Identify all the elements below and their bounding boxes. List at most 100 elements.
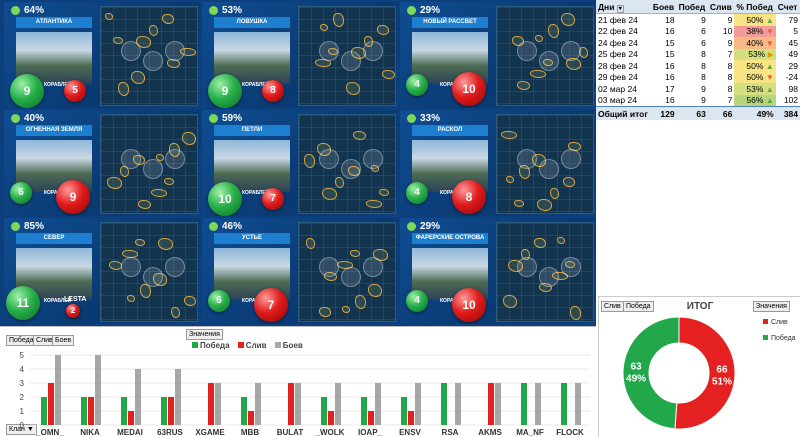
- header-days[interactable]: Дни ▾: [596, 0, 651, 14]
- win-percent: 40%: [10, 113, 45, 124]
- island: [368, 284, 382, 297]
- table-row: 21 фев 24 18 9 9 50% ▲ 79: [596, 13, 800, 26]
- losses-ball: 8: [452, 180, 486, 214]
- bar-Слив: [328, 411, 334, 425]
- trend-up-icon: ▲: [765, 96, 774, 106]
- map-name: СЕВЕР: [16, 233, 92, 244]
- losses-ball: 5: [64, 80, 86, 102]
- table-row: 02 мар 24 17 9 8 53% ▲ 98: [596, 83, 800, 95]
- island: [379, 189, 389, 196]
- cell-battles: 15: [665, 49, 675, 60]
- win-pct-value: 50%: [746, 14, 764, 25]
- island: [158, 238, 173, 250]
- capture-zone: [517, 149, 537, 169]
- wins-ball: 9: [208, 74, 242, 108]
- island: [561, 13, 575, 26]
- filter-dropdown-icon[interactable]: ▾: [616, 4, 624, 13]
- losses-ball: 2: [66, 304, 80, 318]
- island: [333, 13, 344, 27]
- bar-Победа: [121, 397, 127, 425]
- cell-win-pct: 53% ▶: [734, 48, 776, 60]
- losses-ball: 8: [262, 80, 284, 102]
- total-losses: 66: [707, 106, 735, 120]
- island: [501, 131, 517, 139]
- island: [342, 306, 350, 313]
- clan-bar-chart: Победа Слив Боев Значения Клан ▼ Победа …: [0, 326, 596, 437]
- minimap: [298, 114, 396, 214]
- wins-ball: 11: [6, 286, 40, 320]
- table-row: 22 фев 24 16 6 10 38% ▼ 5: [596, 25, 800, 37]
- island: [534, 238, 546, 248]
- donut-value-label: 63: [630, 361, 642, 372]
- wins-ball: 4: [406, 74, 428, 96]
- cell-wins: 6: [701, 26, 706, 37]
- capture-zone: [341, 51, 361, 71]
- capture-zone: [561, 149, 581, 169]
- cell-battles: 17: [665, 83, 675, 94]
- cell-wins: 9: [701, 95, 706, 106]
- wins-ball: 6: [10, 182, 32, 204]
- cell-score: -24: [785, 72, 798, 83]
- bar-Победа: [241, 397, 247, 425]
- island: [138, 200, 151, 209]
- cell-losses: 10: [722, 26, 733, 37]
- island: [184, 296, 196, 306]
- bar-Слив: [248, 411, 254, 425]
- capture-zone: [561, 257, 581, 277]
- island: [118, 82, 129, 96]
- island: [563, 177, 575, 187]
- island: [548, 24, 559, 38]
- cell-battles: 16: [665, 72, 675, 83]
- bar-Слив: [368, 411, 374, 425]
- table-row: 03 мар 24 16 9 7 56% ▲ 102: [596, 94, 800, 107]
- wins-ball: 10: [208, 182, 242, 216]
- capture-zone: [143, 159, 163, 179]
- island: [382, 70, 395, 79]
- total-donut-chart: Слив Победа Значения ИТОГ 66 51% Слив 63 49%…: [598, 296, 800, 437]
- win-percent: 85%: [10, 221, 45, 232]
- map-tile: 33% РАСКОЛ КОРАБЛЕЙ 4 8: [400, 110, 596, 216]
- donut-legend-swatch: [763, 335, 768, 340]
- island: [506, 176, 514, 183]
- cell-battles: 16: [665, 95, 675, 106]
- trend-right-icon: ▶: [767, 50, 774, 60]
- capture-zone: [363, 257, 383, 277]
- win-pct-value: 50%: [746, 60, 764, 71]
- cell-battles: 16: [665, 26, 675, 37]
- bar-Боев: [215, 383, 221, 425]
- table-row: 28 фев 24 16 8 8 50% ▲ 29: [596, 60, 800, 72]
- trend-up-icon: ▲: [765, 15, 774, 25]
- header-battles: Боев: [650, 0, 677, 14]
- bar-Боев: [575, 383, 581, 425]
- capture-zone: [143, 267, 163, 287]
- island: [113, 37, 123, 44]
- wins-ball: 4: [406, 182, 428, 204]
- map-tile: 85% СЕВЕР КОРАБЛЕЙ 11 2 LESTA: [4, 218, 200, 324]
- map-tile: 29% НОВЫЙ РАССВЕТ КОРАБЛЕЙ 4 10: [400, 2, 596, 108]
- minimap: [298, 222, 396, 322]
- header-score: Счет: [775, 0, 800, 14]
- daily-stats-table: Дни ▾ Боев Побед Слив % Побед Счет 21 фе…: [596, 0, 800, 120]
- header-win-pct: % Побед: [734, 0, 776, 14]
- cell-losses: 7: [727, 95, 733, 106]
- island: [127, 295, 135, 302]
- header-losses: Слив: [707, 0, 735, 14]
- capture-zone: [319, 41, 339, 61]
- win-percent: 53%: [208, 5, 243, 16]
- cell-score: 79: [788, 14, 798, 25]
- island: [355, 295, 366, 309]
- map-name: НОВЫЙ РАССВЕТ: [412, 17, 488, 28]
- bar-Слив: [168, 397, 174, 425]
- island: [182, 132, 196, 145]
- capture-zone: [539, 51, 559, 71]
- donut-pct-label: 49%: [626, 373, 646, 384]
- table-header-row: Дни ▾ Боев Побед Слив % Побед Счет: [596, 0, 800, 14]
- island: [377, 25, 389, 35]
- win-percent: 29%: [406, 5, 441, 16]
- island: [346, 82, 360, 95]
- bar-Победа: [161, 397, 167, 425]
- losses-ball: 10: [452, 72, 486, 106]
- bar-Слив: [488, 383, 494, 425]
- losses-ball: 9: [56, 180, 90, 214]
- total-wins: 63: [676, 106, 708, 120]
